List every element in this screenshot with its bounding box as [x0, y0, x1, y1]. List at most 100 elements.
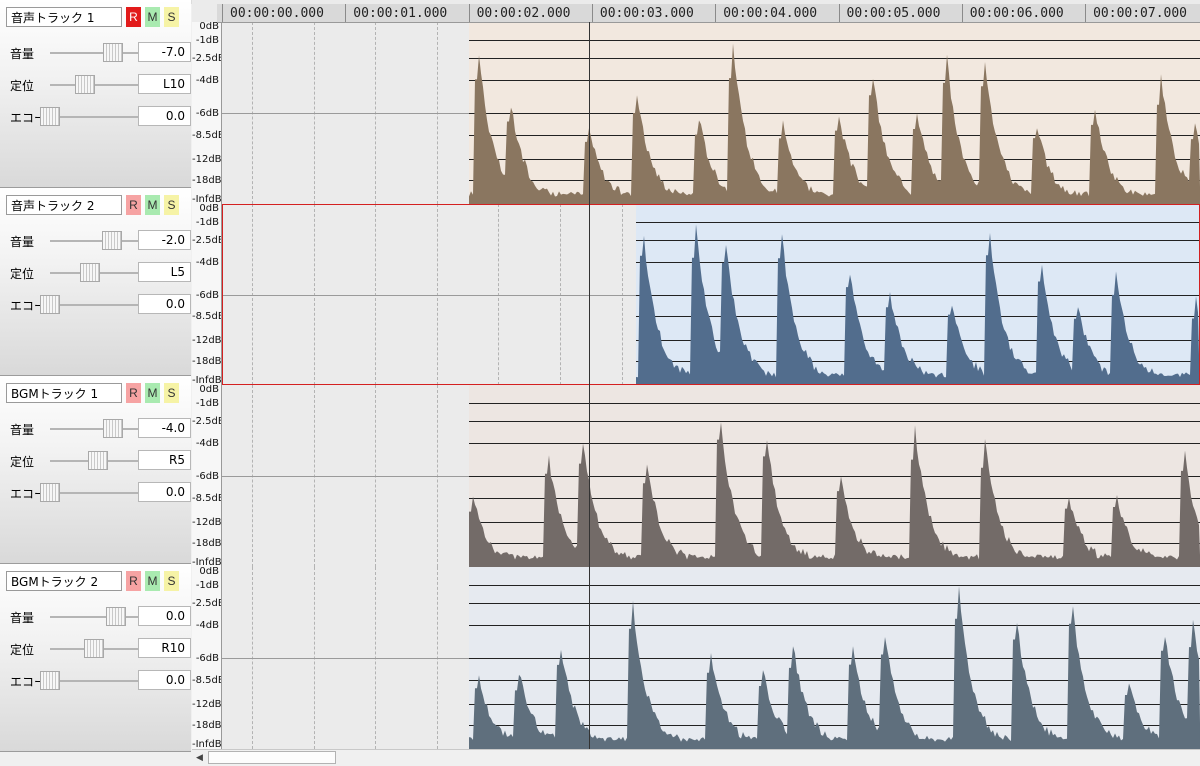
track-panel: 音声トラック 2 R M S 音量 -2.0 定位 L5 エコー 0.0	[0, 188, 191, 376]
db-scale-label: -12dB	[192, 334, 222, 346]
volume-value[interactable]: 0.0	[138, 606, 191, 626]
pan-slider-thumb[interactable]	[79, 263, 100, 282]
audio-clip[interactable]	[636, 204, 1200, 385]
db-scale-label: -2.5dB	[192, 53, 222, 65]
echo-slider-thumb[interactable]	[40, 107, 60, 126]
db-scale-label: -18dB	[192, 720, 222, 732]
pan-row: 定位 R5	[10, 450, 191, 472]
db-scale: 0dB -1dB -2.5dB -4dB -6dB -8.5dB -12dB -18dB -In…	[192, 385, 222, 567]
echo-slider-thumb[interactable]	[40, 671, 60, 690]
db-scale-label: -InfdB	[192, 739, 222, 750]
solo-button[interactable]: S	[164, 195, 179, 215]
mute-button[interactable]: M	[145, 7, 160, 27]
volume-slider-track[interactable]	[50, 52, 138, 54]
mute-button[interactable]: M	[145, 195, 160, 215]
pan-label: 定位	[10, 455, 35, 469]
db-scale-label: -1dB	[195, 580, 219, 592]
volume-slider-thumb[interactable]	[103, 43, 124, 62]
solo-button[interactable]: S	[164, 383, 179, 403]
echo-value[interactable]: 0.0	[138, 294, 191, 314]
volume-row: 音量 -4.0	[10, 418, 191, 440]
track-panel: BGMトラック 2 R M S 音量 0.0 定位 R10 エコー 0.0	[0, 564, 191, 752]
db-scale-label: -6dB	[195, 289, 219, 301]
volume-slider-thumb[interactable]	[103, 419, 124, 438]
db-scale-label: -8.5dB	[192, 492, 222, 504]
mute-button[interactable]: M	[145, 571, 160, 591]
track-name-field[interactable]: 音声トラック 1	[6, 7, 122, 27]
echo-slider-track[interactable]	[50, 680, 138, 682]
ruler-time-label: 00:00:06.000	[969, 6, 1064, 21]
echo-slider-thumb[interactable]	[40, 483, 60, 502]
waveform-shape	[468, 586, 1200, 749]
db-scale-label: -4dB	[195, 75, 219, 87]
echo-value[interactable]: 0.0	[138, 106, 191, 126]
audio-clip[interactable]	[468, 385, 1200, 567]
track-name-field[interactable]: BGMトラック 1	[6, 383, 122, 403]
track-name-field[interactable]: BGMトラック 2	[6, 571, 122, 591]
volume-row: 音量 -2.0	[10, 230, 191, 252]
audio-clip[interactable]	[468, 22, 1200, 204]
mute-button[interactable]: M	[145, 383, 160, 403]
db-scale-label: -2.5dB	[192, 598, 222, 610]
track-name-field[interactable]: 音声トラック 2	[6, 195, 122, 215]
echo-value[interactable]: 0.0	[138, 670, 191, 690]
db-scale-label: -6dB	[195, 471, 219, 482]
db-scale-label: -18dB	[192, 175, 222, 187]
db-scale: 0dB -1dB -2.5dB -4dB -6dB -8.5dB -12dB -18dB -In…	[192, 22, 222, 204]
ruler-time-label: 00:00:03.000	[599, 6, 694, 21]
record-button[interactable]: R	[126, 571, 141, 591]
scrollbar-thumb[interactable]	[208, 751, 336, 764]
ruler-tick	[345, 4, 347, 22]
db-scale-label: -2.5dB	[192, 416, 222, 428]
echo-row: エコー 0.0	[10, 482, 191, 504]
track-panel: BGMトラック 1 R M S 音量 -4.0 定位 R5 エコー 0.0	[0, 376, 191, 564]
horizontal-scrollbar[interactable]: ◀	[192, 749, 1200, 766]
volume-slider-track[interactable]	[50, 428, 138, 430]
pan-row: 定位 L10	[10, 74, 191, 96]
db-scale-label: -4dB	[195, 438, 219, 450]
timeline-area: 0dB -1dB -2.5dB -4dB -6dB -8.5dB -12dB -18dB -In…	[192, 0, 1200, 766]
pan-slider-thumb[interactable]	[88, 451, 109, 470]
echo-row: エコー 0.0	[10, 294, 191, 316]
db-scale-label: -4dB	[195, 620, 219, 632]
db-scale-label: -8.5dB	[192, 311, 222, 323]
waveform	[468, 586, 1200, 749]
volume-row: 音量 -7.0	[10, 42, 191, 64]
echo-slider-thumb[interactable]	[40, 295, 60, 314]
db-scale-label: -6dB	[195, 108, 219, 119]
echo-slider-track[interactable]	[50, 116, 138, 118]
record-button[interactable]: R	[126, 383, 141, 403]
echo-slider-track[interactable]	[50, 304, 138, 306]
volume-value[interactable]: -2.0	[138, 230, 191, 250]
pan-value[interactable]: L5	[138, 262, 191, 282]
ruler-tick	[961, 4, 963, 22]
ruler-tick	[838, 4, 840, 22]
pan-row: 定位 R10	[10, 638, 191, 660]
solo-button[interactable]: S	[164, 7, 179, 27]
volume-label: 音量	[10, 611, 35, 625]
volume-slider-thumb[interactable]	[106, 607, 126, 626]
pan-value[interactable]: L10	[138, 74, 191, 94]
scroll-left-arrow-icon[interactable]: ◀	[196, 753, 203, 763]
audio-clip[interactable]	[468, 567, 1200, 749]
pan-slider-thumb[interactable]	[75, 75, 96, 94]
volume-value[interactable]: -7.0	[138, 42, 191, 62]
record-button[interactable]: R	[126, 195, 141, 215]
volume-value[interactable]: -4.0	[138, 418, 191, 438]
db-scale-label: -1dB	[195, 35, 219, 47]
echo-value[interactable]: 0.0	[138, 482, 191, 502]
record-button[interactable]: R	[126, 7, 141, 27]
echo-slider-track[interactable]	[50, 492, 138, 494]
ruler-time-label: 00:00:07.000	[1093, 6, 1188, 21]
volume-slider-thumb[interactable]	[102, 231, 123, 250]
pan-value[interactable]: R5	[138, 450, 191, 470]
solo-button[interactable]: S	[164, 571, 179, 591]
db-scale-label: -1dB	[195, 398, 219, 410]
pan-value[interactable]: R10	[138, 638, 191, 658]
volume-slider-track[interactable]	[50, 240, 138, 242]
pan-slider-thumb[interactable]	[84, 639, 104, 658]
db-scale-label: -8.5dB	[192, 129, 222, 141]
db-scale: 0dB -1dB -2.5dB -4dB -6dB -8.5dB -12dB -18dB -In…	[192, 204, 222, 385]
playhead[interactable]	[589, 22, 591, 749]
time-ruler[interactable]: 00:00:00.000 00:00:01.000 00:00:02.000 00:0…	[217, 4, 1200, 23]
